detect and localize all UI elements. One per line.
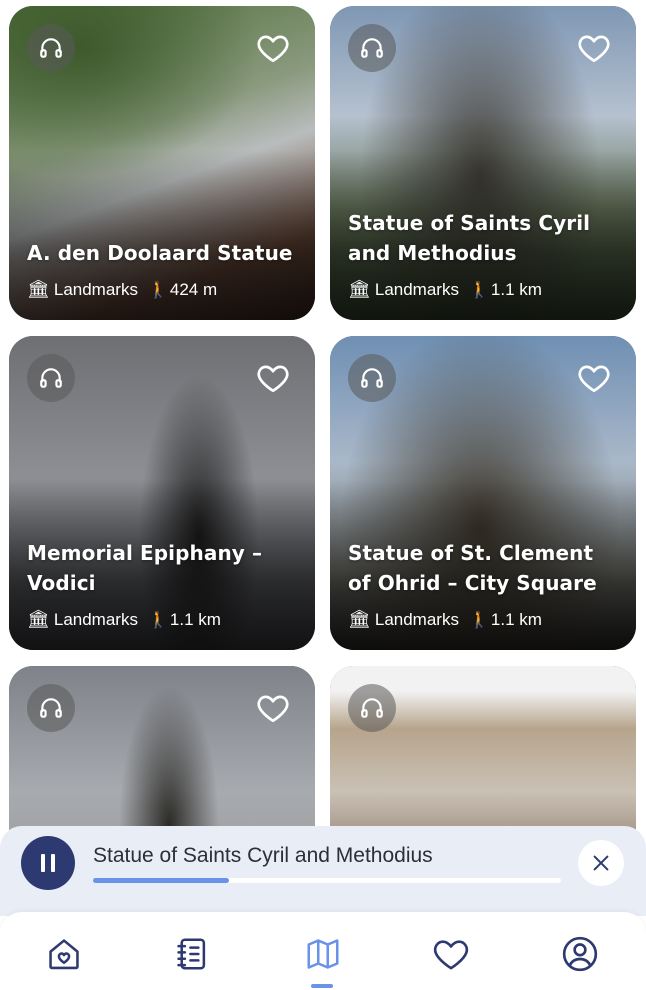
- headphones-icon[interactable]: [348, 354, 396, 402]
- place-card[interactable]: A. den Doolaard Statue 🏛 Landmarks 🚶 424…: [9, 6, 315, 320]
- place-category: Landmarks: [374, 609, 459, 629]
- nav-home[interactable]: [44, 934, 84, 974]
- heart-icon: [433, 940, 469, 970]
- place-title: Memorial Epiphany – Vodici: [27, 541, 263, 595]
- place-category: Landmarks: [374, 279, 459, 299]
- nav-guide[interactable]: [172, 934, 212, 974]
- place-meta: 🏛 Landmarks 🚶 424 m: [27, 279, 217, 300]
- place-meta: 🏛 Landmarks 🚶 1.1 km: [348, 609, 542, 630]
- place-title: Statue of Saints Cyril and Methodius: [348, 211, 591, 265]
- walking-person-icon: 🚶: [468, 611, 489, 629]
- place-title: Statue of St. Clement of Ohrid – City Sq…: [348, 541, 597, 595]
- heart-outline-icon[interactable]: [249, 354, 297, 402]
- heart-outline-icon[interactable]: [570, 354, 618, 402]
- close-icon: [593, 855, 609, 871]
- place-meta: 🏛 Landmarks 🚶 1.1 km: [27, 609, 221, 630]
- walking-person-icon: 🚶: [147, 281, 168, 299]
- pause-button[interactable]: [21, 836, 75, 890]
- map-icon: [307, 939, 339, 969]
- place-category: Landmarks: [53, 279, 138, 299]
- headphones-icon[interactable]: [27, 684, 75, 732]
- close-player-button[interactable]: [578, 840, 624, 886]
- place-distance: 1.1 km: [490, 279, 542, 299]
- place-card[interactable]: Memorial Epiphany – Vodici 🏛 Landmarks 🚶…: [9, 336, 315, 650]
- museum-icon: 🏛: [27, 609, 50, 629]
- now-playing-bar[interactable]: Statue of Saints Cyril and Methodius: [0, 826, 646, 916]
- place-distance: 1.1 km: [490, 609, 542, 629]
- notebook-icon: [177, 938, 206, 970]
- now-playing-title: Statue of Saints Cyril and Methodius: [93, 844, 433, 867]
- walking-person-icon: 🚶: [147, 611, 168, 629]
- headphones-icon[interactable]: [27, 24, 75, 72]
- place-meta: 🏛 Landmarks 🚶 1.1 km: [348, 279, 542, 300]
- place-distance: 424 m: [169, 279, 218, 299]
- nav-map[interactable]: [303, 934, 343, 974]
- place-category: Landmarks: [53, 609, 138, 629]
- nav-profile[interactable]: [560, 934, 600, 974]
- place-card[interactable]: Statue of St. Clement of Ohrid – City Sq…: [330, 336, 636, 650]
- active-tab-indicator: [311, 984, 333, 988]
- place-title: A. den Doolaard Statue: [27, 241, 293, 265]
- pause-icon: [41, 854, 45, 872]
- heart-outline-icon[interactable]: [249, 24, 297, 72]
- headphones-icon[interactable]: [348, 24, 396, 72]
- user-circle-icon: [562, 936, 598, 972]
- playback-progress-bar[interactable]: [93, 878, 561, 883]
- home-heart-icon: [49, 939, 79, 970]
- headphones-icon[interactable]: [27, 354, 75, 402]
- place-card[interactable]: Statue of Saints Cyril and Methodius 🏛 L…: [330, 6, 636, 320]
- playback-progress-fill: [93, 878, 229, 883]
- museum-icon: 🏛: [348, 279, 371, 299]
- heart-outline-icon[interactable]: [249, 684, 297, 732]
- bottom-navigation: [0, 912, 646, 990]
- museum-icon: 🏛: [27, 279, 50, 299]
- place-distance: 1.1 km: [169, 609, 221, 629]
- museum-icon: 🏛: [348, 609, 371, 629]
- walking-person-icon: 🚶: [468, 281, 489, 299]
- nav-favorites[interactable]: [431, 934, 471, 974]
- heart-outline-icon[interactable]: [570, 24, 618, 72]
- headphones-icon[interactable]: [348, 684, 396, 732]
